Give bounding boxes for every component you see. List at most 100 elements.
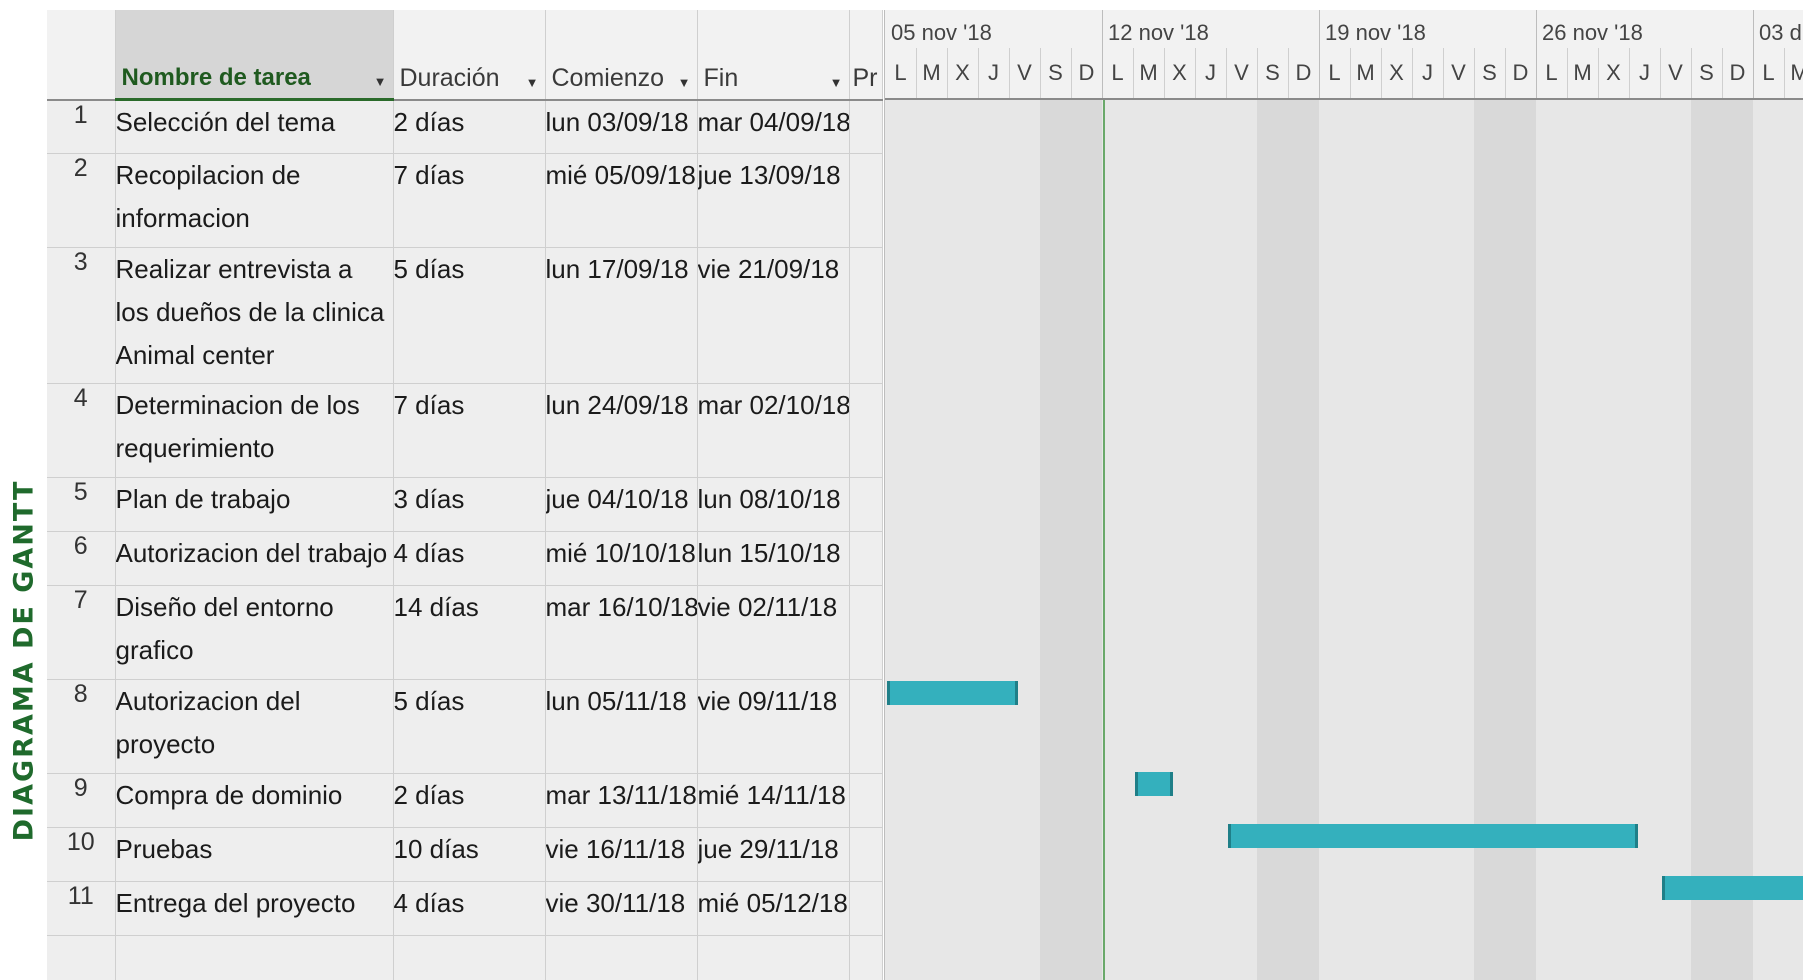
- timescale-header: 05 nov '18 L M X J V S D 12 nov '18 L M X J V S D 19 nov…: [885, 10, 1803, 100]
- task-id-cell[interactable]: 1: [47, 99, 116, 154]
- task-duration-cell[interactable]: 4 días: [393, 881, 546, 936]
- task-start-cell[interactable]: lun 17/09/18: [545, 247, 698, 384]
- task-start-cell[interactable]: vie 30/11/18: [545, 881, 698, 936]
- table-row[interactable]: 10 Pruebas 10 días vie 16/11/18 jue 29/11/18: [47, 827, 883, 882]
- task-id-cell[interactable]: 4: [47, 383, 116, 478]
- task-id-cell[interactable]: 2: [47, 153, 116, 248]
- task-predecessors-cell[interactable]: [849, 477, 883, 532]
- task-name-cell[interactable]: Pruebas: [115, 827, 394, 882]
- task-start-cell[interactable]: mié 10/10/18: [545, 531, 698, 586]
- task-id-cell[interactable]: 8: [47, 679, 116, 774]
- task-name-cell[interactable]: Compra de dominio: [115, 773, 394, 828]
- task-name-cell[interactable]: Realizar entrevista a los dueños de la c…: [115, 247, 394, 384]
- column-header-predecessors[interactable]: Pr: [849, 10, 883, 101]
- task-end-cell[interactable]: jue 13/09/18: [697, 153, 850, 248]
- task-start-cell[interactable]: mar 16/10/18: [545, 585, 698, 680]
- task-end-cell[interactable]: lun 15/10/18: [697, 531, 850, 586]
- task-end-cell[interactable]: vie 02/11/18: [697, 585, 850, 680]
- table-row[interactable]: 11 Entrega del proyecto 4 días vie 30/11/18…: [47, 881, 883, 936]
- task-end-cell[interactable]: lun 08/10/18: [697, 477, 850, 532]
- empty-cell[interactable]: [393, 935, 546, 980]
- empty-cell[interactable]: [47, 935, 116, 980]
- column-header-task-name[interactable]: Nombre de tarea ▼: [115, 10, 394, 101]
- task-end-cell[interactable]: vie 09/11/18: [697, 679, 850, 774]
- filter-dropdown-icon[interactable]: ▼: [526, 76, 539, 91]
- table-row[interactable]: 1 Selección del tema 2 días lun 03/09/18 mar…: [47, 99, 883, 154]
- task-bar[interactable]: [887, 681, 1018, 705]
- task-predecessors-cell[interactable]: [849, 531, 883, 586]
- task-id-cell[interactable]: 7: [47, 585, 116, 680]
- task-duration-cell[interactable]: 10 días: [393, 827, 546, 882]
- table-row[interactable]: 9 Compra de dominio 2 días mar 13/11/18 mié …: [47, 773, 883, 828]
- task-predecessors-cell[interactable]: [849, 247, 883, 384]
- task-end-cell[interactable]: vie 21/09/18: [697, 247, 850, 384]
- task-start-cell[interactable]: mié 05/09/18: [545, 153, 698, 248]
- task-duration-cell[interactable]: 5 días: [393, 679, 546, 774]
- table-row[interactable]: 3 Realizar entrevista a los dueños de la …: [47, 247, 883, 384]
- task-duration-cell[interactable]: 4 días: [393, 531, 546, 586]
- task-id-cell[interactable]: 6: [47, 531, 116, 586]
- filter-dropdown-icon[interactable]: ▼: [374, 75, 387, 90]
- task-start-cell[interactable]: vie 16/11/18: [545, 827, 698, 882]
- table-row[interactable]: 6 Autorizacion del trabajo 4 días mié 10/10…: [47, 531, 883, 586]
- empty-cell[interactable]: [697, 935, 850, 980]
- empty-row[interactable]: [47, 935, 883, 980]
- filter-dropdown-icon[interactable]: ▼: [830, 76, 843, 91]
- table-row[interactable]: 7 Diseño del entorno grafico 14 días mar 16…: [47, 585, 883, 680]
- empty-cell[interactable]: [115, 935, 394, 980]
- task-name-cell[interactable]: Selección del tema: [115, 99, 394, 154]
- table-row[interactable]: 4 Determinacion de los requerimiento 7 día…: [47, 383, 883, 478]
- task-name-cell[interactable]: Determinacion de los requerimiento: [115, 383, 394, 478]
- table-row[interactable]: 8 Autorizacion del proyecto 5 días lun 05/1…: [47, 679, 883, 774]
- table-row[interactable]: 5 Plan de trabajo 3 días jue 04/10/18 lun 08…: [47, 477, 883, 532]
- task-bar[interactable]: [1228, 824, 1638, 848]
- task-duration-cell[interactable]: 14 días: [393, 585, 546, 680]
- task-predecessors-cell[interactable]: [849, 153, 883, 248]
- task-start-cell[interactable]: lun 24/09/18: [545, 383, 698, 478]
- task-duration-cell[interactable]: 2 días: [393, 773, 546, 828]
- task-predecessors-cell[interactable]: [849, 383, 883, 478]
- empty-cell[interactable]: [849, 935, 883, 980]
- task-id-cell[interactable]: 3: [47, 247, 116, 384]
- task-predecessors-cell[interactable]: [849, 881, 883, 936]
- day-letter: D: [1512, 60, 1529, 85]
- row-number-header[interactable]: [47, 10, 116, 101]
- task-duration-cell[interactable]: 2 días: [393, 99, 546, 154]
- task-predecessors-cell[interactable]: [849, 773, 883, 828]
- task-start-cell[interactable]: mar 13/11/18: [545, 773, 698, 828]
- task-predecessors-cell[interactable]: [849, 679, 883, 774]
- task-duration-cell[interactable]: 7 días: [393, 383, 546, 478]
- task-name-cell[interactable]: Plan de trabajo: [115, 477, 394, 532]
- task-name-cell[interactable]: Entrega del proyecto: [115, 881, 394, 936]
- task-id-cell[interactable]: 11: [47, 881, 116, 936]
- task-end-cell[interactable]: mar 02/10/18: [697, 383, 850, 478]
- task-end-cell[interactable]: mié 05/12/18: [697, 881, 850, 936]
- task-id-cell[interactable]: 9: [47, 773, 116, 828]
- table-row[interactable]: 2 Recopilacion de informacion 7 días mié 05…: [47, 153, 883, 248]
- task-name-cell[interactable]: Autorizacion del proyecto: [115, 679, 394, 774]
- task-duration-cell[interactable]: 3 días: [393, 477, 546, 532]
- task-end-cell[interactable]: mié 14/11/18: [697, 773, 850, 828]
- task-predecessors-cell[interactable]: [849, 99, 883, 154]
- task-bar[interactable]: [1135, 772, 1173, 796]
- task-name-cell[interactable]: Diseño del entorno grafico: [115, 585, 394, 680]
- task-name-cell[interactable]: Autorizacion del trabajo: [115, 531, 394, 586]
- task-duration-cell[interactable]: 5 días: [393, 247, 546, 384]
- task-start-cell[interactable]: lun 05/11/18: [545, 679, 698, 774]
- task-start-cell[interactable]: jue 04/10/18: [545, 477, 698, 532]
- task-predecessors-cell[interactable]: [849, 585, 883, 680]
- task-duration-cell[interactable]: 7 días: [393, 153, 546, 248]
- task-start-cell[interactable]: lun 03/09/18: [545, 99, 698, 154]
- task-end-cell[interactable]: mar 04/09/18: [697, 99, 850, 154]
- task-bar[interactable]: [1662, 876, 1803, 900]
- column-header-end[interactable]: Fin ▼: [697, 10, 850, 101]
- task-predecessors-cell[interactable]: [849, 827, 883, 882]
- column-header-start[interactable]: Comienzo ▼: [545, 10, 698, 101]
- task-name-cell[interactable]: Recopilacion de informacion: [115, 153, 394, 248]
- filter-dropdown-icon[interactable]: ▼: [678, 76, 691, 91]
- task-id-cell[interactable]: 5: [47, 477, 116, 532]
- task-end-cell[interactable]: jue 29/11/18: [697, 827, 850, 882]
- column-header-duration[interactable]: Duración ▼: [393, 10, 546, 101]
- task-id-cell[interactable]: 10: [47, 827, 116, 882]
- empty-cell[interactable]: [545, 935, 698, 980]
